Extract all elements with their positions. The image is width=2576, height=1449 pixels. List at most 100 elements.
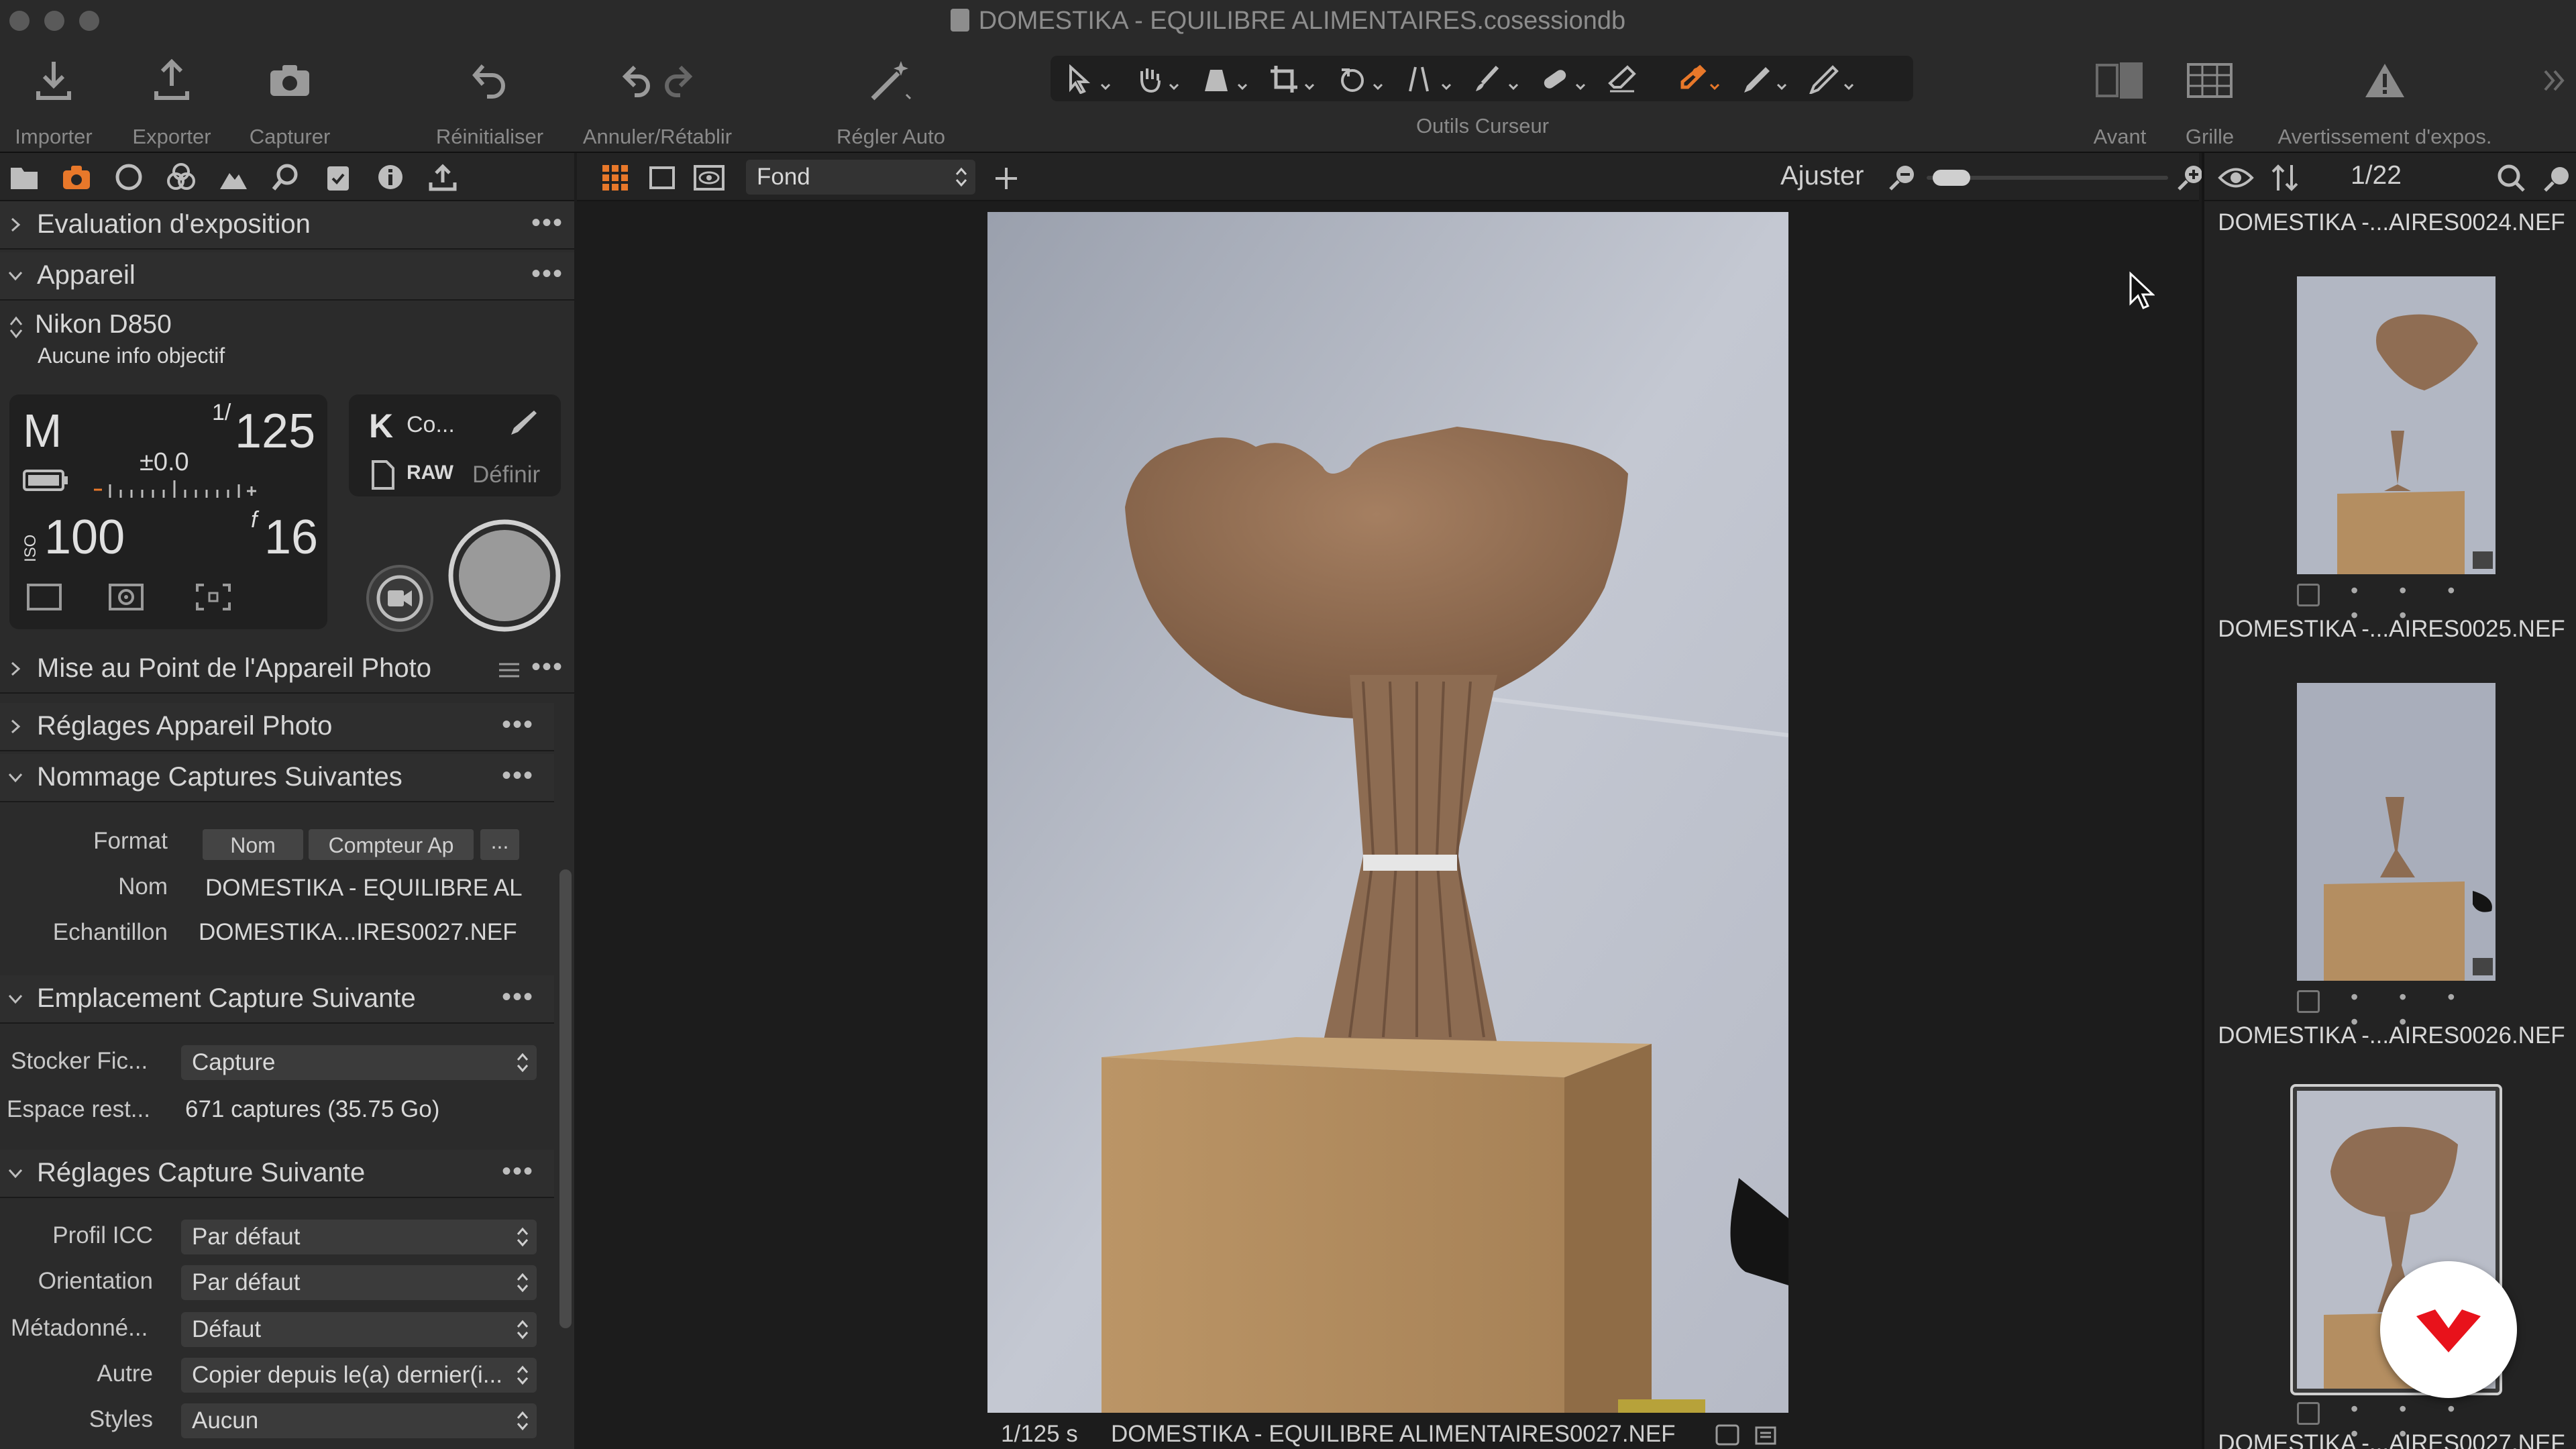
file-format[interactable]: RAW [407,462,453,484]
camera-selector-updown-icon[interactable] [8,314,24,341]
reset-button[interactable]: Réinitialiser [416,52,564,148]
library-tab-folder-icon[interactable] [9,162,39,192]
single-view-icon[interactable] [648,164,676,192]
section-menu-icon[interactable]: ••• [531,259,564,289]
select-checkbox-icon[interactable] [1715,1424,1740,1446]
format-token-name[interactable]: Nom [203,829,303,860]
section-menu-icon[interactable]: ••• [502,982,534,1012]
chevron-down-icon [8,994,23,1004]
details-tab-magnifier-icon[interactable] [271,162,301,192]
capture-button[interactable]: Capturer [243,52,337,148]
exposure-warning-button[interactable]: Avertissement d'expos. [2254,52,2516,148]
exposure-compensation[interactable]: ±0.0 [140,448,189,477]
export-button[interactable]: Exporter [125,52,219,148]
color-tab-icon[interactable] [166,162,196,192]
auto-adjust-button[interactable]: Régler Auto [817,52,965,148]
styles-select[interactable]: Aucun [181,1403,537,1438]
section-menu-icon[interactable]: ••• [531,652,564,682]
focus-area-icon[interactable] [195,582,232,612]
section-menu-icon[interactable]: ••• [531,208,564,238]
metadata-tab-info-icon[interactable] [376,162,405,192]
eye-icon[interactable] [2218,166,2254,189]
zoom-out-icon[interactable] [1888,162,1917,192]
exposure-tab-mountain-icon[interactable] [219,162,248,192]
main-photo[interactable] [987,212,1788,1413]
perspective-tool[interactable] [1199,64,1252,95]
store-files-select[interactable]: Capture [181,1045,537,1080]
next-capture-naming-section[interactable]: Nommage Captures Suivantes ••• [0,754,554,802]
eyedropper-icon[interactable] [506,408,539,441]
annotate-tool[interactable] [1739,64,1791,95]
exposure-mode[interactable]: M [23,404,62,458]
eraser-tool[interactable] [1605,64,1657,95]
distortion-tool[interactable] [1403,64,1456,95]
capture-shutter-button[interactable] [447,518,562,633]
thumbnail-checkbox[interactable] [2297,1402,2320,1425]
other-value: Copier depuis le(a) dernier(i... [192,1362,502,1388]
left-panel-scrollbar[interactable] [559,869,572,1328]
metadata-select[interactable]: Défaut [181,1312,537,1347]
tool-tabs [0,153,574,201]
format-more-button[interactable]: ... [480,829,519,860]
adjustments-tab-clipboard-icon[interactable] [323,162,353,192]
zoom-slider-thumb[interactable] [1933,170,1971,186]
camera-focus-section[interactable]: Mise au Point de l'Appareil Photo ••• [0,645,574,694]
draw-mask-tool[interactable] [1806,64,1858,95]
thumbnail-checkbox[interactable] [2297,584,2320,606]
white-balance-value[interactable]: Co... [407,412,455,438]
import-icon [36,62,71,100]
section-menu-icon[interactable]: ••• [502,710,534,740]
grid-view-icon[interactable] [601,164,629,192]
search-icon[interactable] [2497,164,2526,193]
camera-section[interactable]: Appareil ••• [0,252,574,301]
bandage-icon [1544,70,1586,91]
zoom-thumbnails-icon[interactable] [2542,164,2572,193]
import-button[interactable]: Importer [7,52,101,148]
rotate-tool[interactable] [1335,64,1387,95]
color-picker-tool[interactable] [1672,64,1724,95]
add-icon[interactable] [993,165,1020,192]
crop-tool[interactable] [1267,64,1319,95]
orientation-select[interactable]: Par défaut [181,1265,537,1300]
metering-icon[interactable] [107,582,145,612]
before-button[interactable]: Avant [2059,52,2180,148]
bread-sculpture-photo [987,212,1788,1413]
exposure-evaluation-section[interactable]: Evaluation d'exposition ••• [0,201,574,250]
fit-button[interactable]: Ajuster [1780,161,1864,191]
pan-tool[interactable] [1131,64,1183,95]
background-select[interactable]: Fond [746,160,975,195]
proof-view-eye-icon[interactable] [694,164,724,192]
name-field[interactable]: DOMESTIKA - EQUILIBRE AL [205,875,527,902]
camera-settings-section[interactable]: Réglages Appareil Photo ••• [0,703,554,751]
list-icon[interactable] [498,661,521,679]
thumbnail-checkbox[interactable] [2297,990,2320,1013]
lens-tab-circle-icon[interactable] [114,162,144,192]
select-tool[interactable] [1063,64,1115,95]
other-select[interactable]: Copier depuis le(a) dernier(i... [181,1358,537,1393]
section-menu-icon[interactable]: ••• [502,761,534,791]
next-capture-location-section[interactable]: Emplacement Capture Suivante ••• [0,975,554,1024]
grid-button[interactable]: Grille [2163,52,2257,148]
iso-value[interactable]: 100 [44,510,125,565]
thumbnail-0026[interactable] [2297,683,2496,981]
thumbnail-0025[interactable] [2297,276,2496,574]
undo-redo-icon[interactable] [617,60,698,101]
zoom-slider-track[interactable] [1927,170,2168,186]
shutter-speed[interactable]: 125 [235,404,315,459]
aperture-value[interactable]: 16 [264,510,318,565]
output-tab-upload-icon[interactable] [428,162,458,192]
define-button[interactable]: Définir [472,462,540,488]
record-video-button[interactable] [365,564,435,633]
next-capture-settings-section[interactable]: Réglages Capture Suivante ••• [0,1150,554,1198]
toolbar-overflow-icon[interactable] [2542,67,2567,94]
sort-icon[interactable] [2270,162,2300,193]
brush-tool[interactable] [1470,64,1523,95]
lines-icon [1409,66,1452,92]
capture-tab-camera-icon[interactable] [62,162,91,192]
single-frame-icon[interactable] [25,582,63,612]
format-token-counter[interactable]: Compteur Ap [309,829,474,860]
icc-profile-select[interactable]: Par défaut [181,1220,537,1254]
section-menu-icon[interactable]: ••• [502,1157,534,1187]
camera-model[interactable]: Nikon D850 [35,310,172,339]
heal-tool[interactable] [1538,64,1590,95]
